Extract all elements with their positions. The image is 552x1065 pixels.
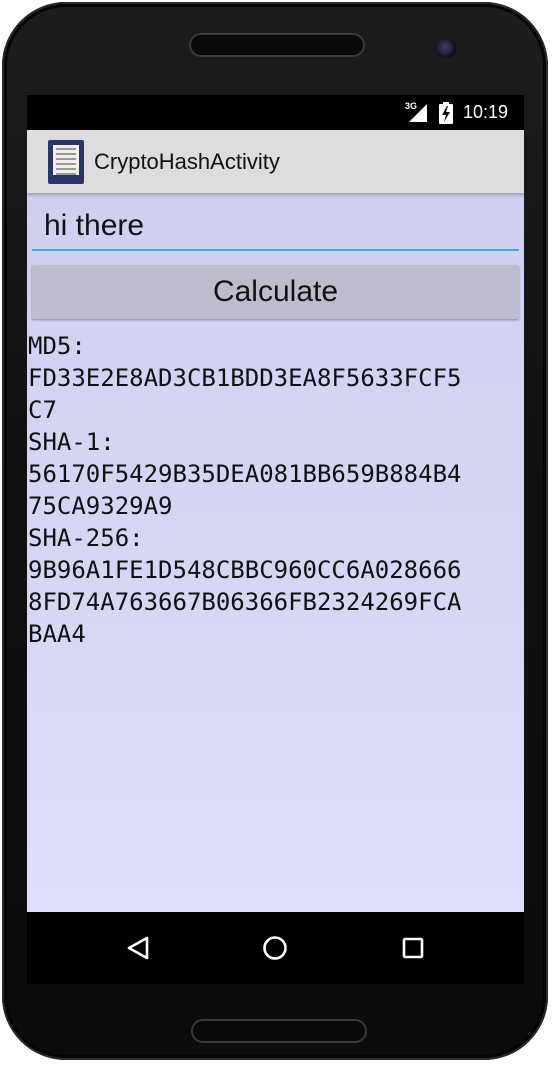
hash-output-line: C7 xyxy=(28,396,57,424)
hash-output-line: 8FD74A763667B06366FB2324269FCA xyxy=(28,588,462,616)
status-bar: 3G 10:19 xyxy=(27,95,524,130)
navigation-bar xyxy=(27,912,524,984)
back-icon xyxy=(127,936,149,960)
hash-output-line: MD5: xyxy=(28,332,86,360)
hash-output-line: 75CA9329A9 xyxy=(28,492,173,520)
activity-content: Calculate MD5: FD33E2E8AD3CB1BDD3EA8F563… xyxy=(27,193,524,912)
calculate-button[interactable]: Calculate xyxy=(32,265,519,319)
hash-output-line: BAA4 xyxy=(28,620,86,648)
hash-output-line: 56170F5429B35DEA081BB659B884B4 xyxy=(28,460,462,488)
recents-icon xyxy=(402,937,424,959)
device-screen: 3G 10:19 CryptoHashActivity Calculate MD… xyxy=(27,95,524,984)
recents-button[interactable] xyxy=(391,926,435,970)
status-clock: 10:19 xyxy=(463,102,509,122)
message-input[interactable] xyxy=(32,203,519,251)
battery-charging-icon xyxy=(439,102,453,124)
app-icon-paper xyxy=(53,145,79,175)
hash-output-line: FD33E2E8AD3CB1BDD3EA8F5633FCF5 xyxy=(28,364,462,392)
home-button[interactable] xyxy=(253,926,297,970)
action-bar: CryptoHashActivity xyxy=(27,130,524,193)
top-speaker-grille xyxy=(189,33,365,57)
app-launcher-icon[interactable] xyxy=(48,140,84,184)
hash-output-line: SHA-256: xyxy=(28,524,144,552)
app-title: CryptoHashActivity xyxy=(94,149,280,174)
back-button[interactable] xyxy=(116,926,160,970)
signal-icon xyxy=(409,104,427,122)
bottom-speaker-grille xyxy=(191,1019,367,1043)
hash-output: MD5: FD33E2E8AD3CB1BDD3EA8F5633FCF5 C7 S… xyxy=(28,330,524,650)
front-camera xyxy=(436,38,456,58)
home-icon xyxy=(263,936,287,960)
hash-output-line: SHA-1: xyxy=(28,428,115,456)
hash-output-line: 9B96A1FE1D548CBBC960CC6A028666 xyxy=(28,556,462,584)
